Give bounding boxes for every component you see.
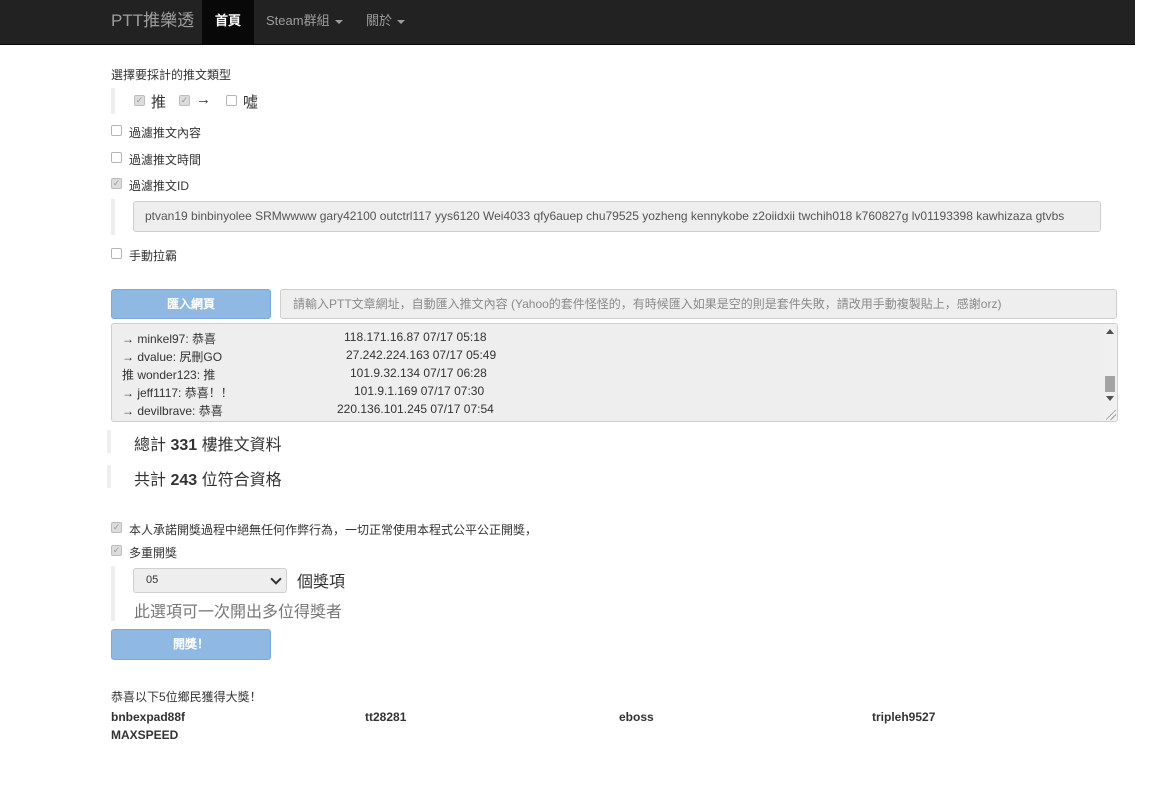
scroll-down-icon[interactable] <box>1106 396 1114 401</box>
results-heading: 恭喜以下5位鄉民獲得大獎！ <box>111 690 262 704</box>
id-filter-bar <box>111 199 115 235</box>
nav-about-label: 關於 <box>366 13 393 28</box>
log-meta: 27.242.224.163 07/17 05:49 <box>346 348 497 362</box>
type-group-bar <box>111 88 115 114</box>
nav-home[interactable]: 首頁 <box>202 0 254 44</box>
prize-count-value: 05 <box>146 574 159 586</box>
log-line: → dvalue: 尻刪GO <box>122 350 223 364</box>
manual-checkbox[interactable] <box>111 248 122 259</box>
resize-handle-icon[interactable] <box>1106 410 1116 420</box>
caret-down-icon <box>334 19 343 24</box>
qualified-stat: 共計 243 位符合資格 <box>134 466 282 490</box>
comment-log-textarea[interactable]: → minkel97: 恭喜 118.171.16.87 07/17 05:18… <box>111 323 1118 422</box>
multi-draw-checkbox[interactable]: ✓ <box>111 545 122 556</box>
multi-draw-help: 此選項可一次開出多位得獎者 <box>134 604 343 621</box>
total-stat: 總計 331 樓推文資料 <box>134 431 282 455</box>
total-prefix: 總計 <box>134 437 167 454</box>
filter-content-label: 過濾推文內容 <box>129 126 202 140</box>
chevron-down-icon <box>270 573 282 585</box>
filter-content-checkbox[interactable] <box>111 125 122 136</box>
log-line: → devilbrave: 恭喜 <box>122 404 223 418</box>
import-button[interactable]: 匯入網頁 <box>111 289 271 319</box>
winner-item: eboss <box>619 710 654 724</box>
type-arrow-label: → <box>196 91 211 108</box>
type-arrow-checkbox[interactable]: ✓ <box>179 95 190 106</box>
manual-label: 手動拉霸 <box>129 249 178 263</box>
draw-button[interactable]: 開獎！ <box>111 629 271 660</box>
log-scrollbar[interactable] <box>1103 324 1117 421</box>
total-count: 331 <box>170 437 198 454</box>
scroll-thumb[interactable] <box>1105 376 1115 392</box>
nav-steam-group[interactable]: Steam群組 <box>266 0 343 44</box>
promise-checkbox[interactable]: ✓ <box>111 522 122 533</box>
promise-label: 本人承諾開獎過程中絕無任何作弊行為，一切正常使用本程式公平公正開獎， <box>129 523 538 537</box>
total-stat-bar <box>107 430 111 453</box>
multi-draw-bar <box>111 566 115 621</box>
type-boo-label: 噓 <box>243 94 259 111</box>
log-meta: 220.136.101.245 07/17 07:54 <box>337 402 494 416</box>
caret-down-icon <box>397 19 406 24</box>
navbar: PTT推樂透 首頁 Steam群組 關於 <box>0 0 1135 45</box>
qualified-suffix: 位符合資格 <box>201 472 282 489</box>
winner-item: tripleh9527 <box>872 710 936 724</box>
nav-about[interactable]: 關於 <box>366 0 406 44</box>
scroll-up-icon[interactable] <box>1106 329 1114 334</box>
filter-heading: 選擇要採計的推文類型 <box>111 68 232 82</box>
filter-time-label: 過濾推文時間 <box>129 153 202 167</box>
filter-id-checkbox[interactable]: ✓ <box>111 178 122 189</box>
nav-steam-group-label: Steam群組 <box>266 13 330 28</box>
qualified-stat-bar <box>107 465 111 488</box>
log-line: → jeff1117: 恭喜！！ <box>122 386 233 400</box>
qualified-prefix: 共計 <box>134 472 167 489</box>
winner-item: bnbexpad88f <box>111 710 186 724</box>
winner-item: MAXSPEED <box>111 728 179 742</box>
type-boo-checkbox[interactable] <box>226 95 237 106</box>
filter-id-label: 過濾推文ID <box>129 179 190 193</box>
log-meta: 101.9.32.134 07/17 06:28 <box>350 366 487 380</box>
multi-draw-label: 多重開獎 <box>129 546 178 560</box>
id-filter-input[interactable]: ptvan19 binbinyolee SRMwwww gary42100 ou… <box>133 201 1101 232</box>
brand-link[interactable]: PTT推樂透 <box>111 0 194 44</box>
log-line: 推 wonder123: 推 <box>122 368 216 382</box>
total-suffix: 樓推文資料 <box>201 437 282 454</box>
log-line: → minkel97: 恭喜 <box>122 332 217 346</box>
type-push-label: 推 <box>151 94 167 111</box>
winner-item: tt28281 <box>365 710 407 724</box>
prize-unit-label: 個獎項 <box>297 574 346 591</box>
url-input[interactable]: 請輸入PTT文章網址，自動匯入推文內容 (Yahoo的套件怪怪的，有時候匯入如果… <box>280 289 1117 319</box>
log-meta: 118.171.16.87 07/17 05:18 <box>344 330 487 344</box>
filter-time-checkbox[interactable] <box>111 152 122 163</box>
qualified-count: 243 <box>170 472 198 489</box>
type-push-checkbox[interactable]: ✓ <box>134 95 145 106</box>
log-meta: 101.9.1.169 07/17 07:30 <box>354 384 485 398</box>
prize-count-select[interactable]: 05 <box>133 568 287 593</box>
